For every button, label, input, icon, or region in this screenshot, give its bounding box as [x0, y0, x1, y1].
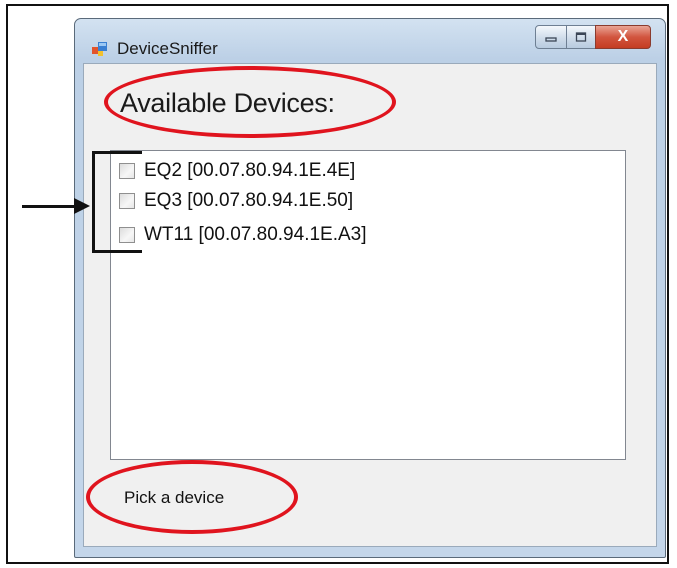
- close-button[interactable]: X: [595, 25, 651, 49]
- minimize-button[interactable]: [535, 25, 567, 49]
- maximize-button[interactable]: [566, 25, 596, 49]
- device-item[interactable]: EQ3 [00.07.80.94.1E.50]: [119, 189, 353, 213]
- arrow-pointer: [22, 205, 78, 208]
- device-label: EQ2 [00.07.80.94.1E.4E]: [144, 160, 356, 181]
- maximize-icon: [575, 32, 587, 42]
- title-bar[interactable]: DeviceSniffer X: [75, 19, 665, 69]
- items-bracket: [92, 151, 142, 253]
- device-listbox[interactable]: EQ2 [00.07.80.94.1E.4E] EQ3 [00.07.80.94…: [110, 150, 626, 460]
- arrow-head-icon: [74, 198, 90, 214]
- device-label: WT11 [00.07.80.94.1E.A3]: [144, 224, 367, 245]
- window-title: DeviceSniffer: [117, 39, 218, 58]
- device-item[interactable]: EQ2 [00.07.80.94.1E.4E]: [119, 159, 355, 183]
- close-icon: X: [617, 28, 629, 45]
- device-item[interactable]: WT11 [00.07.80.94.1E.A3]: [119, 223, 367, 247]
- device-label: EQ3 [00.07.80.94.1E.50]: [144, 190, 354, 211]
- caption-buttons: X: [535, 25, 651, 51]
- app-icon: [92, 42, 107, 56]
- status-highlight-ellipse: [86, 460, 298, 534]
- heading-highlight-ellipse: [104, 66, 396, 138]
- minimize-icon: [545, 37, 557, 42]
